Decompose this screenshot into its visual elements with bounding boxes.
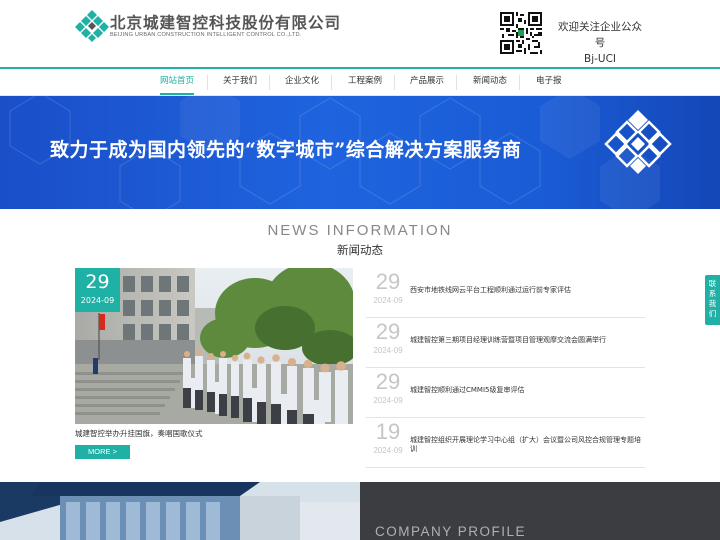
- follow-text: 欢迎关注企业公众号: [558, 21, 642, 49]
- nav-item-about[interactable]: 关于我们: [223, 69, 257, 96]
- nav-separator: [207, 75, 208, 90]
- news-title[interactable]: 城建智控第三期项目经理训练营暨项目管理观摩交流会圆满举行: [410, 336, 642, 345]
- featured-day: 29: [85, 271, 110, 293]
- news-year-month: 2024-09: [373, 446, 403, 455]
- news-section-title-en: NEWS INFORMATION: [267, 222, 453, 239]
- contact-us-label: 联系我们: [708, 279, 717, 318]
- nav-separator: [456, 75, 457, 90]
- company-building-photo: [0, 482, 360, 540]
- nav-separator: [394, 75, 395, 90]
- nav-separator: [269, 75, 270, 90]
- wechat-qr-code: [500, 12, 542, 54]
- wechat-account: Bj-UCI: [583, 53, 617, 65]
- nav-item-culture[interactable]: 企业文化: [285, 69, 319, 96]
- nav-item-epaper[interactable]: 电子报: [536, 69, 562, 96]
- banner-slogan: 致力于成为国内领先的“数字城市”综合解决方案服务商: [50, 139, 522, 161]
- news-title[interactable]: 西安市地铁线网云平台工程顺利通过运行前专家评估: [410, 286, 642, 295]
- nav-item-products[interactable]: 产品展示: [410, 69, 444, 96]
- featured-date-badge: 29 2024-09: [75, 268, 120, 312]
- news-list-item[interactable]: 19 2024-09 城建智控组织开展理论学习中心组（扩大）会议暨公司风控合规管…: [366, 418, 645, 468]
- news-year-month: 2024-09: [373, 296, 403, 305]
- follow-prompt: 欢迎关注企业公众号 Bj-UCI: [554, 19, 646, 67]
- nav-item-home[interactable]: 网站首页: [160, 69, 195, 96]
- nav-item-cases[interactable]: 工程案例: [348, 69, 382, 96]
- news-day: 29: [375, 369, 401, 394]
- company-profile-title: COMPANY PROFILE: [375, 524, 527, 539]
- news-title[interactable]: 城建智控顺利通过CMMI5级复审评估: [410, 386, 642, 395]
- site-header: 北京城建智控科技股份有限公司 BEIJING URBAN CONSTRUCTIO…: [0, 0, 720, 68]
- more-button[interactable]: MORE >: [75, 445, 130, 459]
- news-year-month: 2024-09: [373, 396, 403, 405]
- main-nav: 网站首页 关于我们 企业文化 工程案例 产品展示 新闻动态 电子报: [0, 69, 720, 96]
- page: 北京城建智控科技股份有限公司 BEIJING URBAN CONSTRUCTIO…: [0, 0, 720, 540]
- company-logo-icon[interactable]: [74, 9, 110, 43]
- news-list-item[interactable]: 29 2024-09 城建智控第三期项目经理训练营暨项目管理观摩交流会圆满举行: [366, 318, 645, 368]
- hero-banner[interactable]: 致力于成为国内领先的“数字城市”综合解决方案服务商: [0, 96, 720, 209]
- news-list-item[interactable]: 29 2024-09 城建智控顺利通过CMMI5级复审评估: [366, 368, 645, 418]
- featured-year-month: 2024-09: [80, 296, 115, 305]
- news-section-title-cn: 新闻动态: [337, 243, 383, 257]
- news-title[interactable]: 城建智控组织开展理论学习中心组（扩大）会议暨公司风控合规管理专题培训: [410, 436, 642, 454]
- nav-separator: [519, 75, 520, 90]
- news-day: 29: [375, 319, 401, 344]
- company-name-en: BEIJING URBAN CONSTRUCTION INTELLIGENT C…: [110, 32, 302, 38]
- company-name-cn: 北京城建智控科技股份有限公司: [110, 14, 342, 32]
- news-day: 29: [375, 269, 401, 294]
- building-image: [0, 482, 360, 540]
- news-day: 19: [375, 419, 401, 444]
- news-list: 29 2024-09 西安市地铁线网云平台工程顺利通过运行前专家评估 29 20…: [366, 268, 645, 468]
- nav-separator: [331, 75, 332, 90]
- news-list-item[interactable]: 29 2024-09 西安市地铁线网云平台工程顺利通过运行前专家评估: [366, 268, 645, 318]
- featured-news-title[interactable]: 城建智控举办升挂国旗，奏唱国歌仪式: [75, 428, 353, 439]
- nav-item-news[interactable]: 新闻动态: [473, 69, 507, 96]
- news-year-month: 2024-09: [373, 346, 403, 355]
- contact-us-float-button[interactable]: 联系我们: [705, 275, 720, 325]
